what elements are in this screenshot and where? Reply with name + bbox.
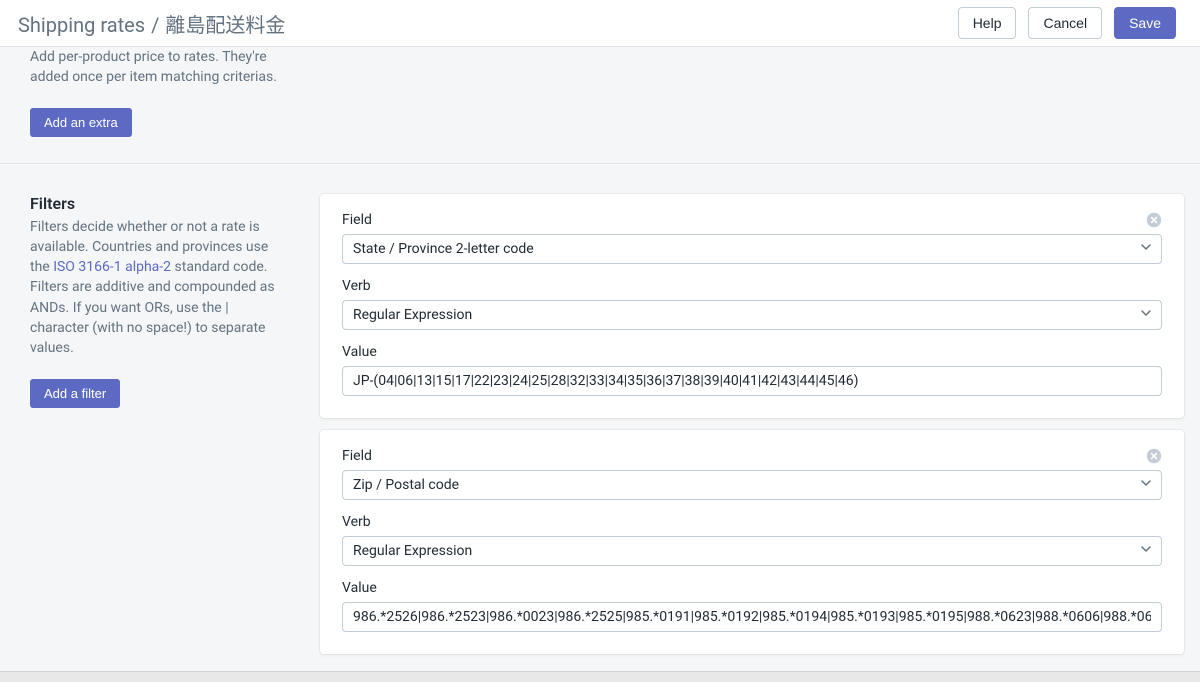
cancel-button[interactable]: Cancel <box>1028 7 1102 39</box>
filter-card: Field Verb <box>320 430 1184 654</box>
add-an-extra-button[interactable]: Add an extra <box>30 108 132 137</box>
topbar: Shipping rates / 離島配送料金 Help Cancel Save <box>0 0 1200 47</box>
content-scroll[interactable]: Additional cost per item Add per-product… <box>0 47 1200 671</box>
field-label: Field <box>342 448 1162 464</box>
topbar-actions: Help Cancel Save <box>958 7 1176 39</box>
iso-link[interactable]: ISO 3166-1 alpha-2 <box>53 259 171 275</box>
breadcrumb-root[interactable]: Shipping rates <box>18 13 145 37</box>
breadcrumb-separator: / <box>151 13 159 37</box>
breadcrumb-leaf: 離島配送料金 <box>165 9 285 38</box>
extras-description: Add per-product price to rates. They're … <box>30 47 280 88</box>
add-a-filter-button[interactable]: Add a filter <box>30 379 120 408</box>
filter-verb-select[interactable] <box>342 536 1162 566</box>
value-label: Value <box>342 344 1162 360</box>
filter-verb-select[interactable] <box>342 300 1162 330</box>
filters-section: Filters Filters decide whether or not a … <box>0 163 1200 671</box>
help-button[interactable]: Help <box>958 7 1017 39</box>
filter-field-select[interactable] <box>342 234 1162 264</box>
field-label: Field <box>342 212 1162 228</box>
filters-heading: Filters <box>30 194 280 213</box>
breadcrumb: Shipping rates / 離島配送料金 <box>18 9 285 38</box>
filter-value-input[interactable] <box>342 602 1162 632</box>
filter-field-select[interactable] <box>342 470 1162 500</box>
filter-card: Field Verb <box>320 194 1184 418</box>
value-label: Value <box>342 580 1162 596</box>
extras-section: Additional cost per item Add per-product… <box>0 47 1200 163</box>
save-button[interactable]: Save <box>1114 7 1176 39</box>
remove-filter-icon[interactable] <box>1146 448 1164 466</box>
verb-label: Verb <box>342 514 1162 530</box>
statusbar <box>0 671 1200 682</box>
remove-filter-icon[interactable] <box>1146 212 1164 230</box>
filter-value-input[interactable] <box>342 366 1162 396</box>
filters-description: Filters decide whether or not a rate is … <box>30 217 280 359</box>
verb-label: Verb <box>342 278 1162 294</box>
